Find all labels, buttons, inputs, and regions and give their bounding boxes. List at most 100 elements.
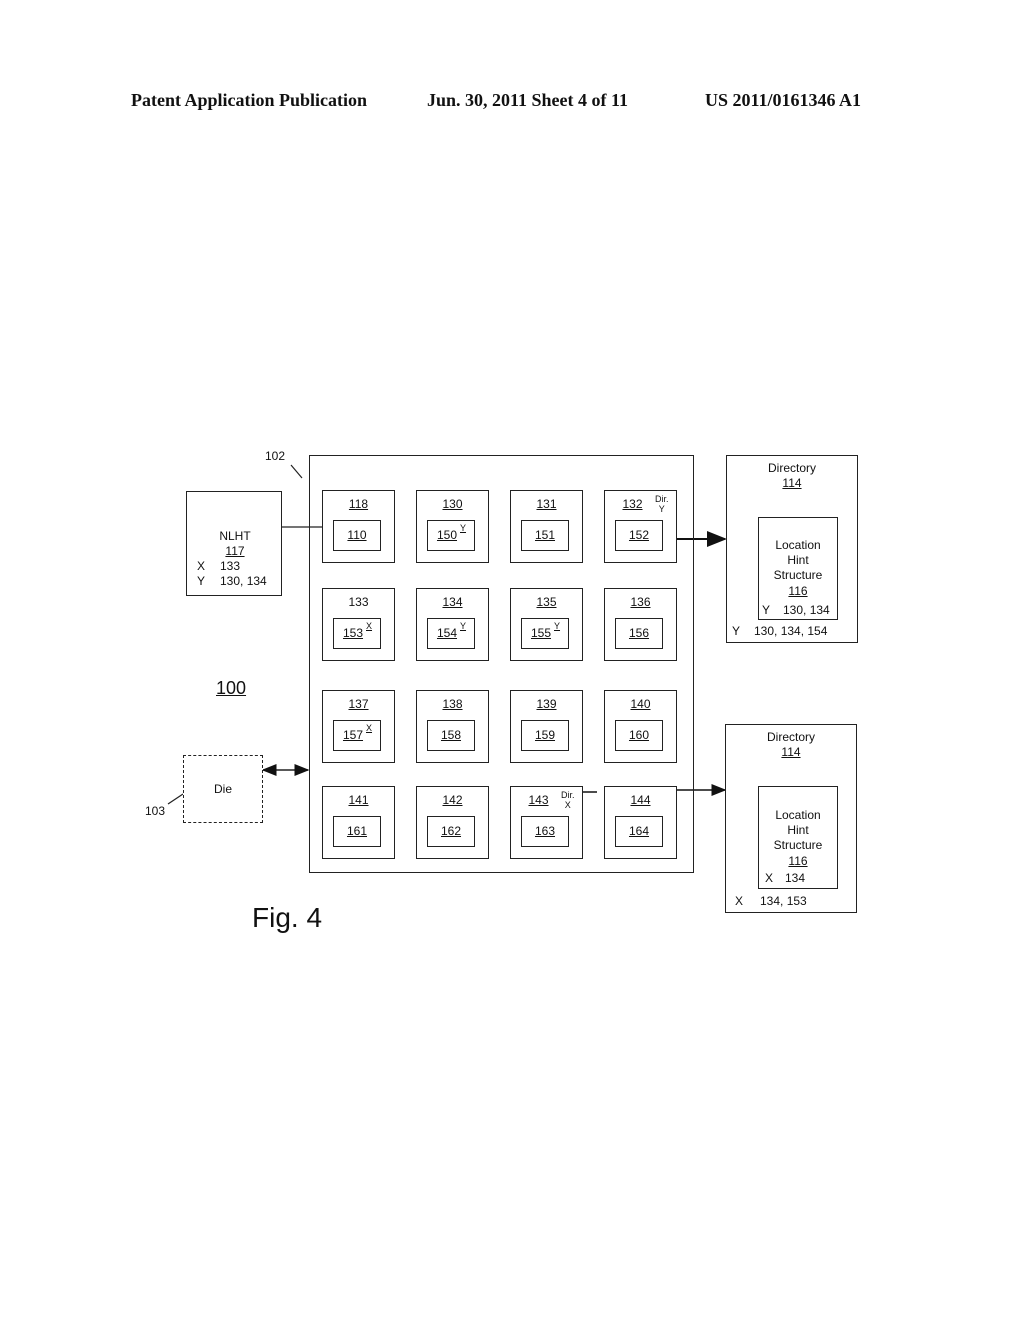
tile-133: 133 153 X: [322, 588, 395, 661]
location-hint-structure: Location Hint Structure 116 Y 130, 134: [758, 517, 838, 620]
tile-label: 144: [630, 793, 651, 807]
tile-144: 144 164: [604, 786, 677, 859]
nlht-row-key: X: [197, 559, 206, 573]
lhs-row-key: X: [765, 871, 774, 885]
line-state-mark: Y: [554, 621, 561, 631]
cache-154: 154 Y: [427, 618, 475, 649]
figure-caption: Fig. 4: [252, 902, 323, 933]
cache-label: 160: [628, 728, 650, 742]
tile-label: 141: [348, 793, 369, 807]
tile-label: 136: [630, 595, 651, 609]
tile-134: 134 154 Y: [416, 588, 489, 661]
tile-label: 140: [630, 697, 651, 711]
die-label: Die: [213, 782, 232, 796]
directory-row-value: 130, 134, 154: [754, 624, 828, 638]
leader-102: [290, 464, 303, 479]
cache-155: 155 Y: [521, 618, 569, 649]
cache-159: 159: [521, 720, 569, 751]
tile-132: 132 Dir. Y 152: [604, 490, 677, 563]
tile-130: 130 150 Y: [416, 490, 489, 563]
lhs-title-line: Location: [775, 538, 821, 552]
cache-153: 153 X: [333, 618, 381, 649]
cache-161: 161: [333, 816, 381, 847]
cache-label: 151: [534, 528, 556, 542]
chip-ref: 102: [265, 449, 286, 463]
directory-marker-label: Dir.: [655, 494, 669, 504]
nlht-box: NLHT 117 X 133 Y 130, 134: [186, 491, 282, 596]
tile-label: 138: [442, 697, 463, 711]
nlht-row-value: 133: [220, 559, 241, 573]
tile-label: 135: [536, 595, 557, 609]
system-ref: 100: [216, 678, 247, 698]
cache-label: 161: [346, 824, 368, 838]
lhs-row-value: 130, 134: [783, 603, 830, 617]
tile-label: 133: [348, 595, 369, 609]
lhs-ref: 116: [788, 854, 808, 868]
line-state-mark: X: [366, 723, 373, 733]
directory-marker-label: Dir.: [561, 790, 575, 800]
cache-label: 162: [440, 824, 462, 838]
directory-title: Directory: [766, 730, 815, 744]
cache-label: 156: [628, 626, 650, 640]
tile-143: 143 Dir. X 163: [510, 786, 583, 859]
directory-marker: Dir. X: [561, 790, 575, 810]
cache-164: 164: [615, 816, 663, 847]
location-hint-structure: Location Hint Structure 116 X 134: [758, 786, 838, 889]
directory-bottom: Directory 114 Location Hint Structure 11…: [725, 724, 857, 913]
cache-label: 164: [628, 824, 650, 838]
cache-label: 163: [534, 824, 556, 838]
lhs-title-line: Location: [775, 808, 821, 822]
directory-top: Directory 114 Location Hint Structure 11…: [726, 455, 858, 643]
cache-158: 158: [427, 720, 475, 751]
tile-135: 135 155 Y: [510, 588, 583, 661]
directory-title: Directory: [767, 461, 816, 475]
cache-163: 163: [521, 816, 569, 847]
directory-marker-line: Y: [658, 504, 665, 514]
cache-162: 162: [427, 816, 475, 847]
cache-160: 160: [615, 720, 663, 751]
tile-label: 134: [442, 595, 463, 609]
nlht-title: NLHT: [219, 529, 251, 543]
tile-141: 141 161: [322, 786, 395, 859]
tile-label: 142: [442, 793, 463, 807]
directory-ref: 114: [781, 745, 801, 759]
tile-118: 118 110: [322, 490, 395, 563]
lhs-title-line: Hint: [787, 553, 809, 567]
cache-label: 158: [440, 728, 462, 742]
tile-139: 139 159: [510, 690, 583, 763]
directory-row-key: X: [735, 894, 744, 908]
nlht-row-value: 130, 134: [220, 574, 267, 588]
cache-157: 157 X: [333, 720, 381, 751]
die-ref: 103: [145, 804, 166, 818]
leader-103: [167, 793, 184, 805]
tile-137: 137 157 X: [322, 690, 395, 763]
nlht-ref: 117: [225, 544, 245, 558]
tile-138: 138 158: [416, 690, 489, 763]
tile-label: 118: [348, 497, 369, 511]
directory-marker-line: X: [564, 800, 571, 810]
nlht-row-key: Y: [197, 574, 206, 588]
line-state-mark: Y: [460, 621, 467, 631]
cache-label: 152: [628, 528, 650, 542]
tile-131: 131 151: [510, 490, 583, 563]
directory-row-value: 134, 153: [760, 894, 807, 908]
directory-row-key: Y: [732, 624, 741, 638]
lhs-title-line: Structure: [773, 568, 823, 582]
lhs-title-line: Hint: [787, 823, 809, 837]
lhs-row-value: 134: [785, 871, 806, 885]
directory-ref: 114: [782, 476, 802, 490]
tile-142: 142 162: [416, 786, 489, 859]
cache-label: 159: [534, 728, 556, 742]
tile-label: 130: [442, 497, 463, 511]
tile-140: 140 160: [604, 690, 677, 763]
line-state-mark: Y: [460, 523, 467, 533]
cache-110: 110: [333, 520, 381, 551]
cache-152: 152: [615, 520, 663, 551]
cache-150: 150 Y: [427, 520, 475, 551]
tile-label: 137: [348, 697, 369, 711]
lhs-ref: 116: [788, 584, 808, 598]
die-box: Die: [183, 755, 263, 823]
cache-label: 110: [347, 528, 367, 542]
lhs-row-key: Y: [762, 603, 771, 617]
tile-label: 139: [536, 697, 557, 711]
